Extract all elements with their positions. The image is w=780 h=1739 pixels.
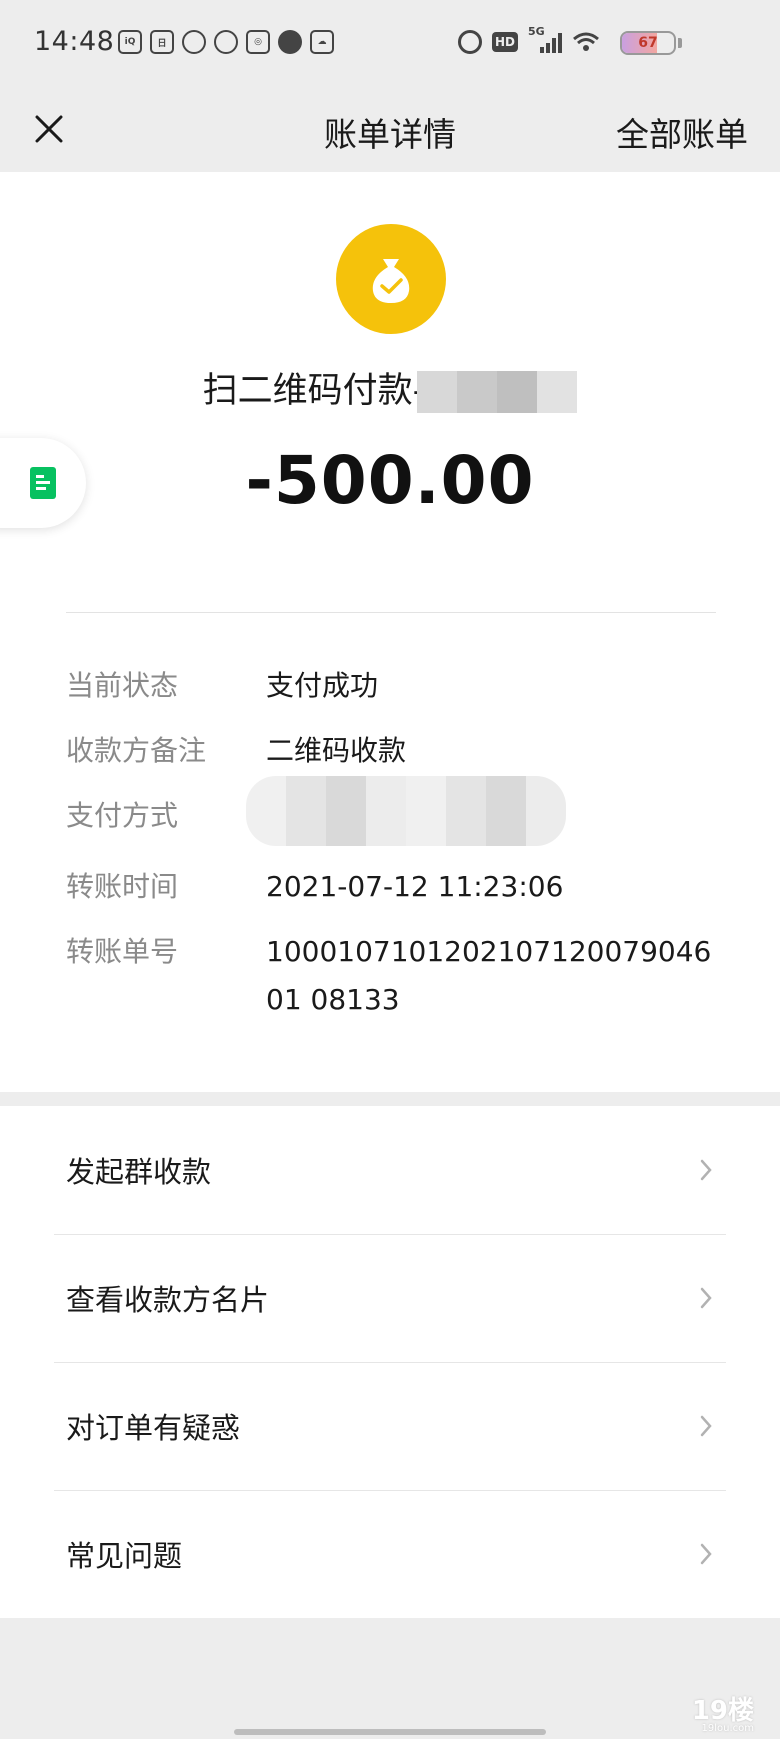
battery-cap: [678, 38, 682, 48]
notification-icons: iQ 日 ◎ ☁: [118, 30, 334, 54]
detail-row-payee-note: 收款方备注 二维码收款: [66, 734, 407, 767]
detail-row-transfer-time: 转账时间 2021-07-12 11:23:06: [66, 870, 564, 903]
action-list: 发起群收款 查看收款方名片 对订单有疑惑 常见问题: [0, 1106, 780, 1618]
battery-icon: 67: [620, 31, 676, 55]
chevron-right-icon: [700, 1543, 712, 1565]
chevron-right-icon: [700, 1287, 712, 1309]
floating-bill-button[interactable]: [0, 438, 86, 528]
bill-details: 当前状态 支付成功 收款方备注 二维码收款 支付方式 转账时间 2021-07-…: [66, 662, 726, 1041]
wifi-icon: [572, 31, 600, 53]
bill-card: 扫二维码付款- -500.00 当前状态 支付成功 收款方备注 二维码收款 支付…: [0, 172, 780, 1092]
iqiyi-icon: iQ: [118, 30, 142, 54]
system-icons: HD 5G: [457, 25, 600, 54]
message-icon: [278, 30, 302, 54]
chevron-right-icon: [700, 1415, 712, 1437]
action-faq[interactable]: 常见问题: [0, 1490, 780, 1618]
search-app-icon: [182, 30, 206, 54]
watermark-logo: 19楼 19lou.com: [691, 1696, 754, 1734]
detail-row-transfer-number: 转账单号 100010710120210712007904601 08133: [66, 935, 712, 1016]
document-icon: [30, 467, 56, 499]
bill-amount: -500.00: [245, 442, 535, 519]
nav-bar: 账单详情 全部账单: [0, 88, 780, 172]
action-group-collect[interactable]: 发起群收款: [0, 1106, 780, 1234]
action-order-question[interactable]: 对订单有疑惑: [0, 1362, 780, 1490]
redacted-payment-method: [246, 776, 566, 846]
divider: [66, 612, 716, 613]
home-indicator[interactable]: [234, 1729, 546, 1735]
action-view-payee-card[interactable]: 查看收款方名片: [0, 1234, 780, 1362]
merchant-name: 扫二维码付款-: [0, 362, 780, 413]
detail-row-status: 当前状态 支付成功: [66, 669, 379, 702]
status-time: 14:48: [34, 26, 115, 57]
detail-row-payment-method: 支付方式: [66, 776, 726, 846]
weibo-icon: [214, 30, 238, 54]
redacted-merchant: [417, 371, 578, 413]
money-bag-icon: [336, 224, 446, 334]
hd-icon: HD: [491, 32, 518, 52]
cloud-app-icon: ☁: [310, 30, 334, 54]
cellular-signal-icon: 5G: [528, 25, 562, 53]
bank-icon: ◎: [246, 30, 270, 54]
all-bills-link[interactable]: 全部账单: [616, 108, 748, 156]
alarm-icon: [457, 30, 482, 54]
status-bar: 14:48 iQ 日 ◎ ☁ HD 5G 67: [0, 0, 780, 88]
news-icon: 日: [150, 30, 174, 54]
chevron-right-icon: [700, 1159, 712, 1181]
